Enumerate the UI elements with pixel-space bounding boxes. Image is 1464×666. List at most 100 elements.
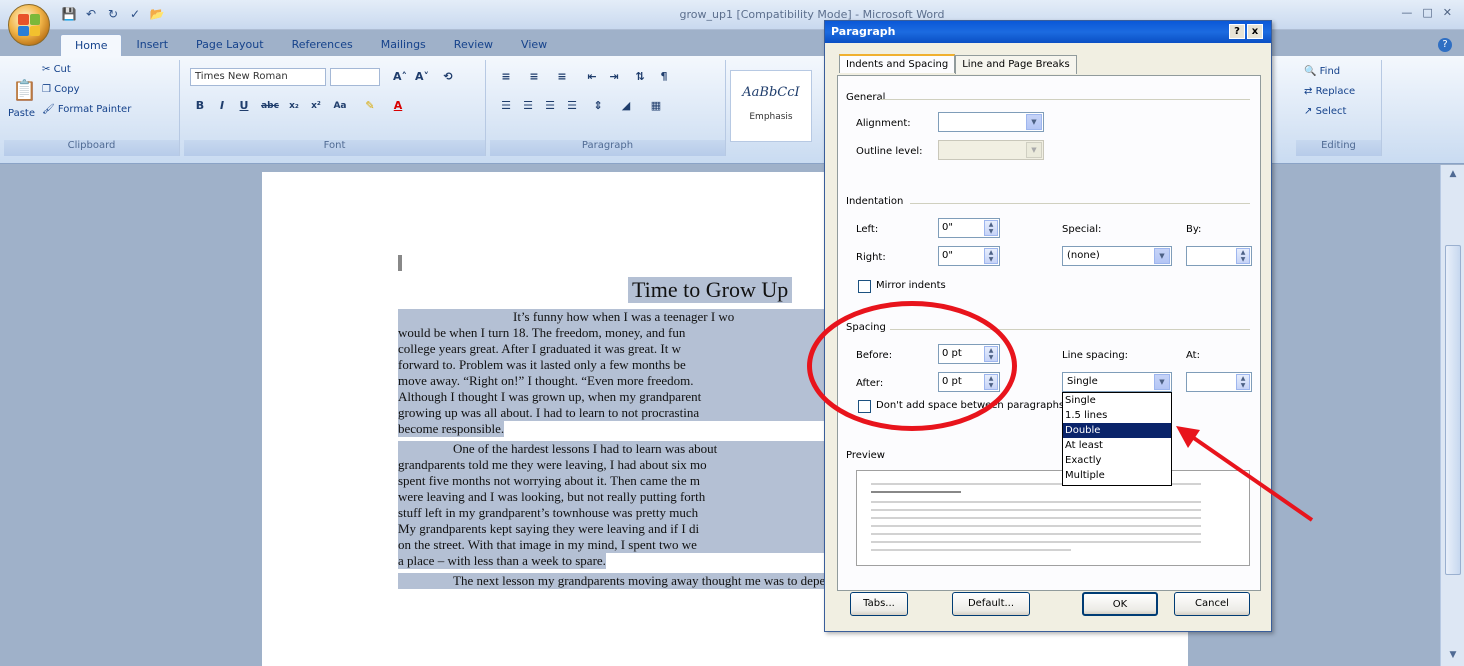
tab-line-and-page-breaks[interactable]: Line and Page Breaks [955,55,1077,74]
tab-home[interactable]: Home [60,34,123,56]
underline-icon[interactable]: U [234,96,254,116]
select-button[interactable]: ↗ Select [1304,106,1346,117]
option-single[interactable]: Single [1063,393,1171,408]
default-button[interactable]: Default... [952,592,1030,616]
superscript-icon[interactable]: x² [306,96,326,116]
spinner-icon[interactable]: ▲ ▼ [1236,248,1250,264]
highlight-icon[interactable]: ✎ [360,96,380,116]
tab-review[interactable]: Review [440,34,507,56]
help-icon[interactable]: ? [1438,38,1452,52]
align-right-icon[interactable]: ☰ [540,96,560,116]
office-button[interactable] [8,4,50,46]
vertical-scrollbar[interactable]: ▲ ▼ [1440,165,1464,666]
align-center-icon[interactable]: ☰ [518,96,538,116]
chevron-down-icon: ▼ [1154,248,1170,264]
outline-level-dropdown[interactable]: ▼ [938,140,1044,160]
minimize-icon[interactable]: — [1401,6,1412,19]
scroll-down-icon[interactable]: ▼ [1447,650,1459,662]
dialog-tabs: Indents and Spacing Line and Page Breaks [839,54,1077,74]
at-input[interactable]: ▲ ▼ [1186,372,1252,392]
tab-mailings[interactable]: Mailings [367,34,440,56]
line-spacing-icon[interactable]: ⇕ [588,96,608,116]
doc-line: growing up was all about. I had to learn… [398,405,828,421]
bullets-icon[interactable]: ≡ [496,67,516,87]
sort-icon[interactable]: ⇅ [630,67,650,87]
tab-insert[interactable]: Insert [122,34,182,56]
tab-indents-and-spacing[interactable]: Indents and Spacing [839,54,956,73]
increase-indent-icon[interactable]: ⇥ [604,67,624,87]
decrease-indent-icon[interactable]: ⇤ [582,67,602,87]
change-case-icon[interactable]: Aa [330,96,350,116]
tabs-button[interactable]: Tabs... [850,592,908,616]
dialog-controls: ? x [1229,24,1263,39]
option-multiple[interactable]: Multiple [1063,468,1171,483]
option-1-5-lines[interactable]: 1.5 lines [1063,408,1171,423]
align-left-icon[interactable]: ☰ [496,96,516,116]
show-marks-icon[interactable]: ¶ [654,67,674,87]
font-name-dropdown[interactable]: Times New Roman [190,68,326,86]
general-separator [880,99,1250,100]
ok-button[interactable]: OK [1082,592,1158,616]
numbering-icon[interactable]: ≡ [524,67,544,87]
at-label: At: [1186,350,1200,361]
red-arrow-annotation [1176,426,1314,522]
strikethrough-icon[interactable]: abc [260,96,280,116]
left-indent-input[interactable]: 0" ▲ ▼ [938,218,1000,238]
preview-line [871,517,1201,519]
option-double[interactable]: Double [1063,423,1171,438]
line-spacing-label: Line spacing: [1062,350,1129,361]
special-dropdown[interactable]: (none) ▼ [1062,246,1172,266]
style-name: Emphasis [749,112,793,122]
scissors-icon: ✂ [42,64,54,75]
close-icon[interactable]: ✕ [1443,6,1452,19]
office-logo-icon [18,14,40,36]
borders-icon[interactable]: ▦ [646,96,666,116]
clear-formatting-icon[interactable]: ⟲ [438,67,458,87]
right-indent-input[interactable]: 0" ▲ ▼ [938,246,1000,266]
dialog-help-icon[interactable]: ? [1229,24,1245,39]
spinner-icon[interactable]: ▲ ▼ [1236,374,1250,390]
format-painter-button[interactable]: 🖌 Format Painter [42,104,131,115]
shading-icon[interactable]: ◢ [616,96,636,116]
style-emphasis[interactable]: AaBbCcI Emphasis [730,70,812,142]
spinner-icon[interactable]: ▲ ▼ [984,248,998,264]
bold-icon[interactable]: B [190,96,210,116]
cut-button[interactable]: ✂ Cut [42,64,71,75]
multilevel-list-icon[interactable]: ≡ [552,67,572,87]
tab-references[interactable]: References [278,34,367,56]
dialog-title-bar[interactable]: Paragraph ? x [825,21,1271,43]
subscript-icon[interactable]: x₂ [284,96,304,116]
cancel-button[interactable]: Cancel [1174,592,1250,616]
spinner-icon[interactable]: ▲ ▼ [984,220,998,236]
option-exactly[interactable]: Exactly [1063,453,1171,468]
editing-group-label: Editing [1296,140,1381,156]
option-at-least[interactable]: At least [1063,438,1171,453]
line-spacing-options-list: Single 1.5 lines Double At least Exactly… [1062,392,1172,486]
mirror-indents-checkbox[interactable] [858,280,871,293]
red-circle-annotation [807,301,1017,431]
find-button[interactable]: 🔍 Find [1304,66,1340,77]
scroll-up-icon[interactable]: ▲ [1447,169,1459,181]
tab-view[interactable]: View [507,34,561,56]
by-input[interactable]: ▲ ▼ [1186,246,1252,266]
scrollbar-thumb[interactable] [1445,245,1461,575]
binoculars-icon: 🔍 [1304,66,1320,77]
maximize-icon[interactable]: □ [1422,6,1432,19]
dialog-close-icon[interactable]: x [1247,24,1263,39]
document-title[interactable]: Time to Grow Up [628,277,793,303]
replace-button[interactable]: ⇄ Replace [1304,86,1355,97]
shrink-font-icon[interactable]: A˅ [412,67,432,87]
paste-icon[interactable]: 📋 [12,78,37,102]
grow-font-icon[interactable]: A˄ [390,67,410,87]
document-body[interactable]: It’s funny how when I was a teenager I w… [398,309,1018,589]
line-spacing-dropdown[interactable]: Single ▼ [1062,372,1172,392]
tab-page-layout[interactable]: Page Layout [182,34,278,56]
left-indent-label: Left: [856,224,879,235]
justify-icon[interactable]: ☰ [562,96,582,116]
copy-button[interactable]: ❐ Copy [42,84,80,95]
font-size-dropdown[interactable] [330,68,380,86]
paste-button[interactable]: Paste [8,108,35,119]
italic-icon[interactable]: I [212,96,232,116]
font-color-icon[interactable]: A [388,96,408,116]
alignment-dropdown[interactable]: ▼ [938,112,1044,132]
